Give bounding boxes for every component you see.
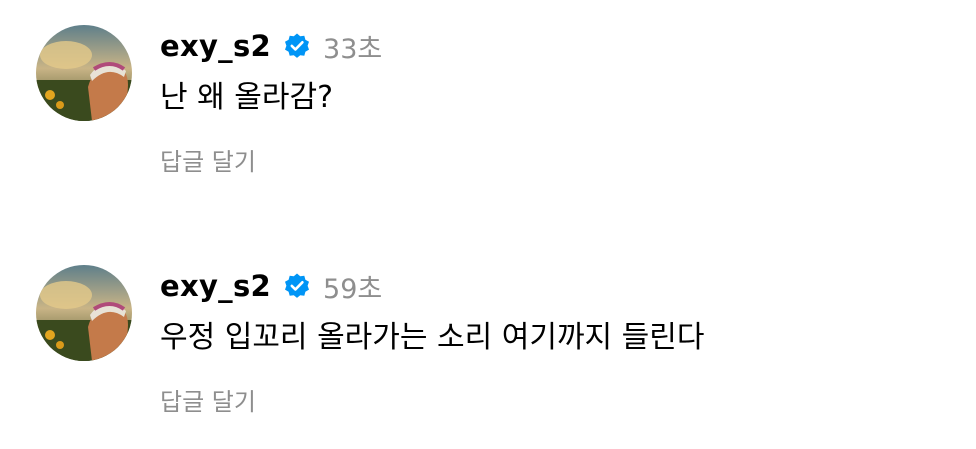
username[interactable]: exy_s2 [160, 29, 271, 63]
comment-text: 우정 입꼬리 올라가는 소리 여기까지 들린다 [160, 320, 705, 355]
reply-button[interactable]: 답글 달기 [160, 382, 256, 417]
avatar[interactable] [36, 265, 132, 361]
verified-badge-icon [283, 272, 311, 300]
comment-item: exy_s2 59초 우정 입꼬리 올라가는 소리 여기까지 들린다 답글 달기 [0, 240, 976, 440]
avatar-image [36, 25, 132, 121]
username[interactable]: exy_s2 [160, 269, 271, 303]
timestamp: 59초 [323, 273, 383, 305]
comment-text: 난 왜 올라감? [160, 80, 333, 115]
comment-header: exy_s2 59초 [160, 266, 382, 306]
comment-header: exy_s2 33초 [160, 26, 382, 66]
verified-badge-icon [283, 32, 311, 60]
avatar-image [36, 265, 132, 361]
timestamp: 33초 [323, 33, 383, 65]
comment-item: exy_s2 33초 난 왜 올라감? 답글 달기 [0, 0, 976, 200]
avatar[interactable] [36, 25, 132, 121]
reply-button[interactable]: 답글 달기 [160, 142, 256, 177]
